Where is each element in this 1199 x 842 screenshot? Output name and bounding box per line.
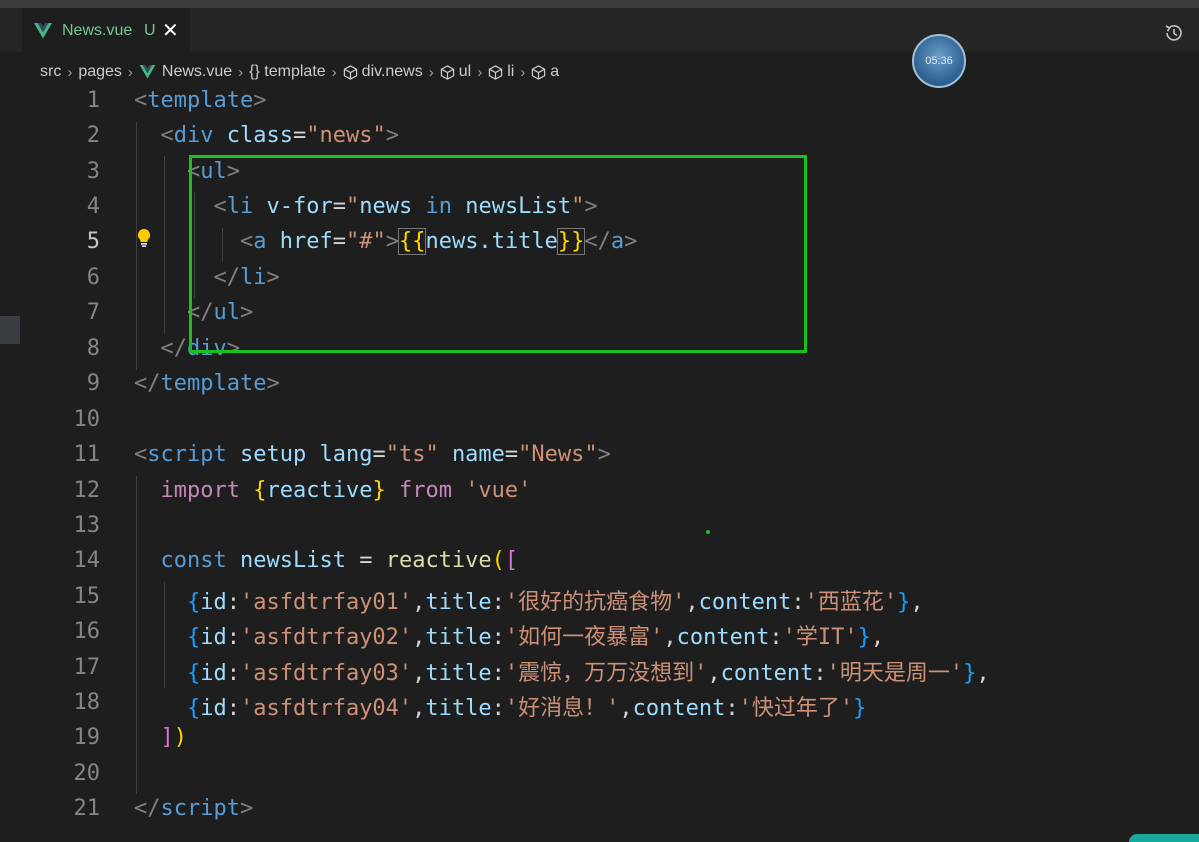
- line-number: 12: [73, 478, 101, 503]
- line-number: 16: [73, 619, 101, 644]
- line-number: 17: [73, 655, 101, 680]
- cursor-marker-dot: [706, 530, 710, 534]
- code-line: 10: [0, 405, 1199, 440]
- code-text: </li>: [213, 265, 280, 290]
- code-text: ]): [160, 725, 188, 750]
- line-number: 21: [73, 796, 101, 821]
- code-text: <script setup lang="ts" name="News">: [134, 442, 611, 467]
- chevron-right-icon: ›: [477, 63, 483, 81]
- code-text: <li v-for="news in newsList">: [213, 194, 598, 219]
- code-text: {id:'asfdtrfay01',title:'很好的抗癌食物',conten…: [186, 590, 924, 615]
- tab-news-vue[interactable]: News.vue U ✕: [22, 8, 190, 53]
- code-line: 7 </ul>: [0, 298, 1199, 333]
- code-line: 8 </div>: [0, 334, 1199, 369]
- code-line: 5 <a href="#">{{news.title}}</a>: [0, 227, 1199, 262]
- line-number: 19: [73, 725, 101, 750]
- lightbulb-icon[interactable]: [136, 228, 152, 248]
- line-number: 18: [73, 690, 101, 715]
- code-text: <ul>: [186, 159, 240, 184]
- chevron-right-icon: ›: [127, 63, 133, 81]
- window-top-strip: [0, 0, 1199, 8]
- cube-icon: [532, 64, 546, 80]
- breadcrumb-item-file[interactable]: News.vue: [139, 63, 232, 81]
- code-text: <template>: [134, 88, 267, 113]
- code-text: </template>: [134, 371, 280, 396]
- breadcrumb-item-ul[interactable]: ul: [440, 63, 471, 81]
- code-text: </ul>: [186, 300, 254, 325]
- chevron-right-icon: ›: [520, 63, 526, 81]
- chevron-right-icon: ›: [238, 63, 244, 81]
- code-text: </script>: [134, 796, 254, 821]
- close-icon[interactable]: ✕: [162, 18, 179, 42]
- code-text: <a href="#">{{news.title}}</a>: [239, 228, 638, 255]
- code-text: const newsList = reactive([: [160, 548, 519, 573]
- breadcrumb-file-label: News.vue: [161, 63, 233, 80]
- code-line: 19 ]): [0, 723, 1199, 758]
- line-number: 10: [73, 407, 101, 432]
- chevron-right-icon: ›: [67, 63, 73, 81]
- code-line: 17 {id:'asfdtrfay03',title:'震惊，万万没想到',co…: [0, 653, 1199, 688]
- breadcrumb-li-label: li: [507, 63, 515, 80]
- code-line: 6 </li>: [0, 263, 1199, 298]
- code-line: 4 <li v-for="news in newsList">: [0, 192, 1199, 227]
- line-number: 3: [86, 159, 100, 184]
- code-text: {id:'asfdtrfay03',title:'震惊，万万没想到',conte…: [186, 661, 990, 686]
- breadcrumb-item-li[interactable]: li: [488, 63, 514, 81]
- code-text: import {reactive} from 'vue': [160, 478, 532, 503]
- line-number: 14: [73, 548, 101, 573]
- cube-icon: [440, 64, 454, 80]
- line-number: 6: [86, 265, 100, 290]
- line-number: 8: [86, 336, 100, 361]
- cube-icon: [488, 64, 503, 80]
- code-line: 3 <ul>: [0, 157, 1199, 192]
- tab-bar: News.vue U ✕: [0, 8, 1199, 53]
- line-number: 5: [86, 229, 100, 254]
- code-line: 13: [0, 511, 1199, 546]
- line-number: 9: [86, 371, 100, 396]
- line-number: 20: [73, 761, 101, 786]
- chevron-right-icon: ›: [428, 63, 434, 81]
- code-line: 12 import {reactive} from 'vue': [0, 476, 1199, 511]
- breadcrumb-item-src[interactable]: src: [40, 63, 61, 81]
- cube-icon: [343, 64, 357, 80]
- recording-timer-badge: 05:36: [912, 34, 966, 88]
- tab-label: News.vue: [62, 22, 133, 39]
- code-text: <div class="news">: [160, 123, 399, 148]
- code-line: 18 {id:'asfdtrfay04',title:'好消息！',conten…: [0, 688, 1199, 723]
- line-number: 11: [73, 442, 101, 467]
- line-number: 7: [86, 300, 100, 325]
- breadcrumb-a-label: a: [550, 63, 560, 80]
- vue-logo-icon: [34, 23, 52, 39]
- breadcrumb-item-template[interactable]: {} template: [249, 63, 326, 81]
- vue-logo-icon: [139, 65, 156, 79]
- code-line: 1 <template>: [0, 86, 1199, 121]
- code-editor[interactable]: 1 <template> 2 <div class="news"> 3 <ul>…: [0, 86, 1199, 842]
- code-line: 2 <div class="news">: [0, 121, 1199, 156]
- corner-widget: [1129, 834, 1199, 842]
- breadcrumb-item-a[interactable]: a: [531, 63, 559, 81]
- line-number: 4: [86, 194, 100, 219]
- code-line: 20: [0, 759, 1199, 794]
- chevron-right-icon: ›: [331, 63, 337, 81]
- breadcrumb-ul-label: ul: [458, 63, 472, 80]
- line-number: 15: [73, 584, 101, 609]
- code-line: 14 const newsList = reactive([: [0, 546, 1199, 581]
- breadcrumb-div-label: div.news: [361, 63, 423, 80]
- code-text: {id:'asfdtrfay04',title:'好消息！',content:'…: [186, 696, 867, 721]
- code-line: 16 {id:'asfdtrfay02',title:'如何一夜暴富',cont…: [0, 617, 1199, 652]
- line-number: 1: [86, 88, 100, 113]
- code-text: {id:'asfdtrfay02',title:'如何一夜暴富',content…: [186, 625, 885, 650]
- code-line: 21 </script>: [0, 794, 1199, 829]
- breadcrumb-item-div[interactable]: div.news: [343, 63, 423, 81]
- history-icon[interactable]: [1163, 22, 1185, 44]
- code-text: </div>: [160, 336, 241, 361]
- code-line: 15 {id:'asfdtrfay01',title:'很好的抗癌食物',con…: [0, 582, 1199, 617]
- code-line: 11 <script setup lang="ts" name="News">: [0, 440, 1199, 475]
- line-number: 13: [73, 513, 101, 538]
- line-number: 2: [86, 123, 100, 148]
- breadcrumb: src › pages › News.vue › {} template › d…: [40, 60, 559, 84]
- code-line: 9 </template>: [0, 369, 1199, 404]
- tab-modified-badge: U: [144, 22, 156, 39]
- breadcrumb-item-pages[interactable]: pages: [78, 63, 122, 81]
